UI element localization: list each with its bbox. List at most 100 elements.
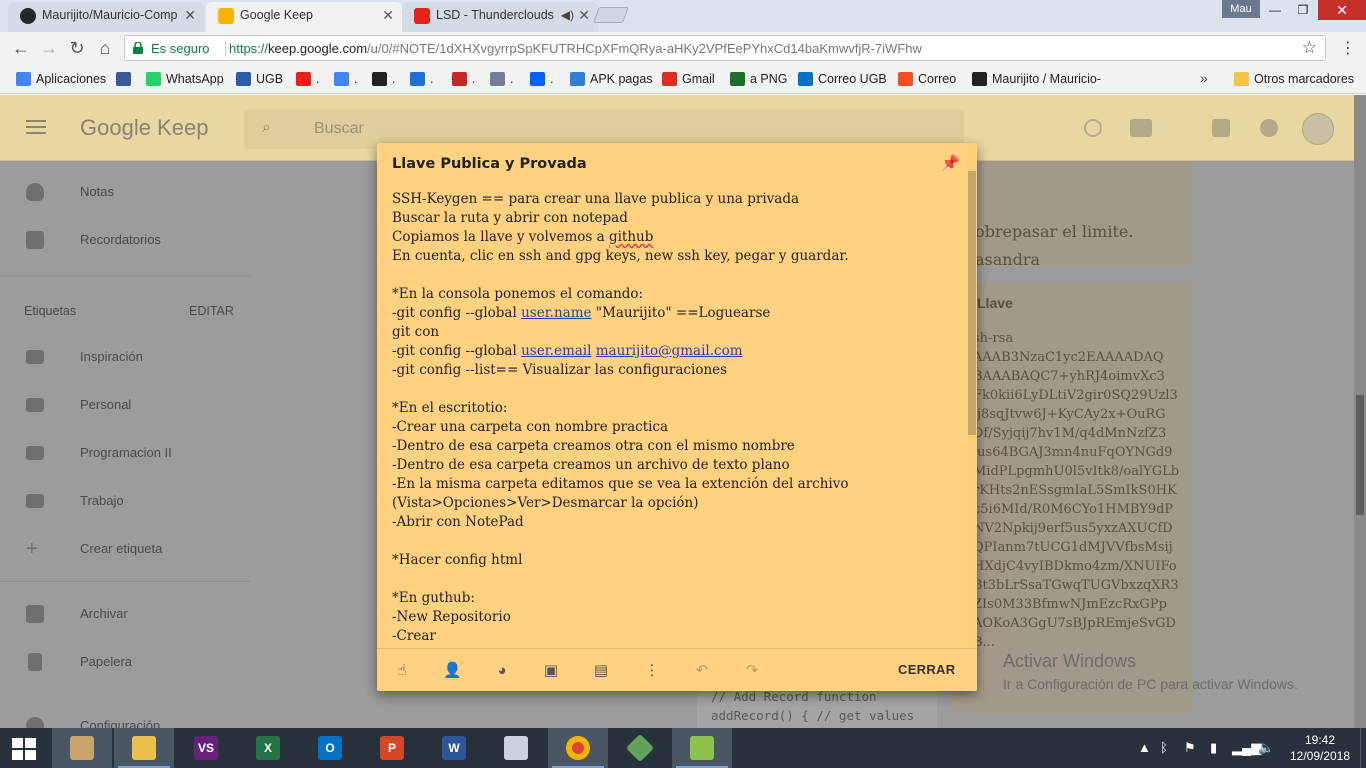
home-icon[interactable]: ⌂ (94, 37, 116, 59)
gmail-icon (662, 72, 677, 86)
pin-icon[interactable]: 📌 (941, 154, 960, 172)
new-tab-button[interactable] (593, 7, 629, 23)
bookmark-item[interactable]: APK pagas (570, 71, 653, 87)
collaborator-icon[interactable]: 👤 (443, 662, 462, 680)
note-link[interactable]: user.name (521, 305, 591, 321)
sidebar-item-archive[interactable]: Archivar (0, 599, 250, 629)
network-icon[interactable]: ▂▄▆ (1232, 740, 1261, 756)
windows-start-icon[interactable] (12, 738, 36, 760)
taskbar-paint-app[interactable] (52, 728, 112, 768)
close-tab-icon[interactable]: ✕ (382, 2, 394, 28)
undo-icon[interactable]: ↶ (693, 662, 711, 680)
taskbar-powerpoint-app[interactable]: P (362, 728, 422, 768)
note-link[interactable]: user.email (521, 343, 591, 359)
taskbar-visual-studio-app[interactable]: VS (176, 728, 236, 768)
background-note-card[interactable]: Llave sh-rsa AAAB3NzaC1yc2EAAAADAQ BAAABAQ… (953, 283, 1193, 713)
bookmark-item[interactable]: UGB (236, 71, 283, 87)
taskbar-word-app[interactable]: W (424, 728, 484, 768)
close-tab-icon[interactable]: ✕ (578, 2, 590, 28)
bookmark-item[interactable]: . (372, 71, 395, 87)
url-text[interactable]: https://keep.google.com/u/0/#NOTE/1dXHXv… (229, 41, 922, 56)
sidebar-item-reminders[interactable]: Recordatorios (0, 225, 250, 255)
refresh-icon[interactable] (1084, 119, 1102, 137)
bookmark-item[interactable]: Maurijito / Mauricio- (972, 71, 1101, 87)
bookmark-item[interactable] (116, 71, 136, 87)
note-title[interactable]: Llave Publica y Provada (392, 156, 587, 172)
show-hidden-icons-icon[interactable]: ▲ (1138, 740, 1151, 755)
minimize-icon[interactable]: — (1260, 0, 1290, 20)
bookmark-item[interactable]: Aplicaciones (16, 71, 106, 87)
bookmark-item[interactable]: Correo (898, 71, 956, 87)
close-button[interactable]: CERRAR (898, 662, 955, 677)
note-link[interactable]: maurijito@gmail.com (596, 343, 743, 359)
bookmark-item[interactable]: . (296, 71, 319, 87)
forward-icon[interactable]: → (38, 37, 60, 59)
image-icon[interactable]: ▣ (542, 662, 560, 680)
note-body[interactable]: SSH-Keygen == para crear una llave publi… (392, 190, 962, 644)
edit-labels-button[interactable]: EDITAR (189, 304, 234, 318)
taskbar-chrome-app[interactable] (548, 728, 608, 768)
taskbar-explorer-app[interactable] (114, 728, 174, 768)
more-bookmarks-icon[interactable]: » (1200, 70, 1208, 86)
bookmark-item[interactable]: . (334, 71, 357, 87)
avatar[interactable] (1302, 113, 1334, 145)
sidebar-item-create-label[interactable]: + Crear etiqueta (0, 534, 250, 564)
sidebar-item-label-trabajo[interactable]: Trabajo (0, 486, 250, 516)
sidebar-item-label-personal[interactable]: Personal (0, 390, 250, 420)
sidebar-item-notes[interactable]: Notas (0, 177, 250, 207)
taskbar-outlook-app[interactable]: O (300, 728, 360, 768)
audio-playing-icon[interactable]: ◀) (561, 2, 574, 28)
battery-icon[interactable]: ▮ (1210, 740, 1217, 756)
apps-grid-icon[interactable] (1212, 119, 1230, 137)
bookmark-item[interactable]: a PNG (730, 71, 788, 87)
bookmark-item[interactable]: . (410, 71, 433, 87)
browser-menu-icon[interactable]: ⋮ (1340, 38, 1356, 58)
profile-badge[interactable]: Mau (1222, 0, 1260, 18)
sidebar-item-settings[interactable]: Configuración (0, 711, 250, 728)
tab-github[interactable]: Maurijito/Mauricio-Comp ✕ (8, 2, 204, 32)
other-bookmarks[interactable]: Otros marcadores (1234, 71, 1354, 87)
taskbar-excel-app[interactable]: X (238, 728, 298, 768)
note-scrollbar[interactable] (967, 143, 977, 648)
redo-icon[interactable]: ↷ (743, 662, 761, 680)
volume-icon[interactable]: 🔈 (1258, 740, 1274, 756)
chrome-icon (490, 72, 505, 86)
taskbar-clock[interactable]: 19:42 12/09/2018 (1284, 732, 1356, 764)
bluetooth-icon[interactable]: ᛒ (1160, 740, 1168, 755)
reminder-icon[interactable]: ☝ (393, 662, 411, 680)
taskbar-installer-app[interactable] (486, 728, 546, 768)
close-tab-icon[interactable]: ✕ (184, 2, 196, 28)
background-note-card[interactable]: obrepasar el limite. asandra (953, 161, 1193, 269)
bookmark-item[interactable]: . (530, 71, 553, 87)
sidebar-item-trash[interactable]: Papelera (0, 647, 250, 677)
flag-icon[interactable]: ⚑ (1184, 740, 1196, 756)
sidebar-item-label-inspiracion[interactable]: Inspiración (0, 342, 250, 372)
bookmark-item[interactable]: WhatsApp (146, 71, 224, 87)
sidebar-item-label-programacion[interactable]: Programacion II (0, 438, 250, 468)
tab-youtube[interactable]: LSD - Thunderclouds ◀) ✕ (402, 2, 598, 32)
bookmark-star-icon[interactable]: ☆ (1302, 38, 1317, 58)
tab-google-keep[interactable]: Google Keep ✕ (206, 2, 402, 32)
scrollbar-thumb[interactable] (968, 171, 976, 435)
bookmark-item[interactable]: . (490, 71, 513, 87)
more-options-icon[interactable]: ⋮ (643, 662, 661, 680)
archive-icon[interactable]: ▤ (592, 662, 610, 680)
scrollbar-thumb[interactable] (1356, 395, 1364, 515)
taskbar-git-app[interactable] (610, 728, 670, 768)
notifications-icon[interactable] (1260, 119, 1278, 137)
page-scrollbar[interactable] (1354, 95, 1366, 728)
bookmark-item[interactable]: Correo UGB (798, 71, 887, 87)
bookmark-item[interactable]: Gmail (662, 71, 715, 87)
show-desktop-button[interactable] (1360, 728, 1366, 768)
list-view-icon[interactable] (1130, 119, 1152, 137)
address-bar[interactable]: Es seguro https://keep.google.com/u/0/#N… (124, 35, 1326, 61)
bookmark-item[interactable]: . (452, 71, 475, 87)
reload-icon[interactable]: ↻ (66, 37, 88, 59)
palette-icon[interactable]: ◕ (493, 662, 511, 680)
main-menu-icon[interactable] (26, 120, 46, 134)
note-editor: Llave Publica y Provada 📌 SSH-Keygen == … (377, 143, 977, 691)
close-window-icon[interactable]: ✕ (1318, 0, 1366, 20)
restore-icon[interactable]: ❐ (1288, 0, 1318, 20)
taskbar-notepadpp-app[interactable] (672, 728, 732, 768)
back-icon[interactable]: ← (10, 37, 32, 59)
